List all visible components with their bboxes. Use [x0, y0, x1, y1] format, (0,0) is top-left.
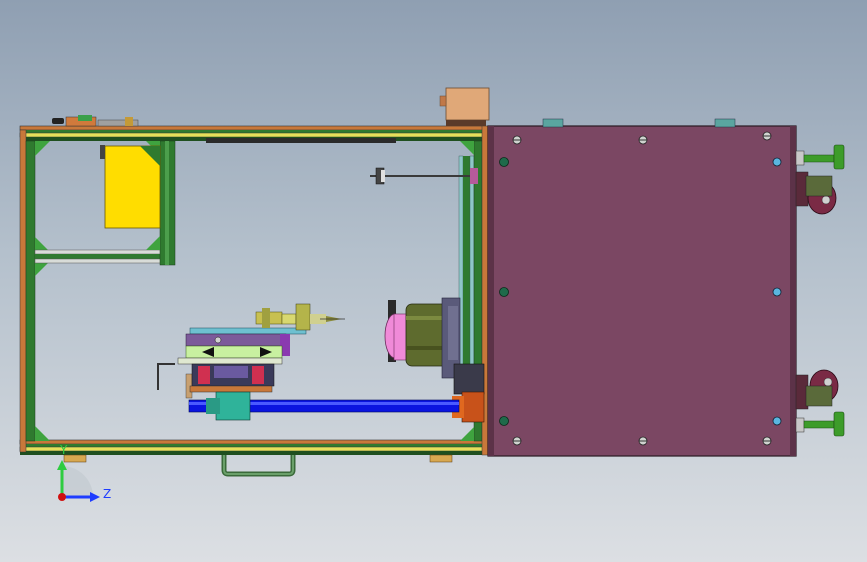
frame-feet — [63, 454, 453, 463]
z-axis-label: Z — [103, 487, 111, 501]
cabinet-enclosure — [487, 118, 797, 457]
drive-motor — [384, 297, 461, 379]
junction-box — [439, 87, 490, 126]
carry-handle — [221, 455, 296, 477]
y-axis-label: Y — [59, 443, 68, 457]
cad-viewport[interactable]: Y Z — [0, 0, 867, 562]
yellow-panel — [100, 145, 161, 229]
z-axis-arrowhead — [90, 492, 100, 502]
caster-top — [795, 144, 845, 215]
motor-coupling — [452, 363, 485, 423]
triad-origin — [58, 493, 66, 501]
tool-head — [255, 303, 345, 331]
caster-bottom — [795, 369, 845, 437]
